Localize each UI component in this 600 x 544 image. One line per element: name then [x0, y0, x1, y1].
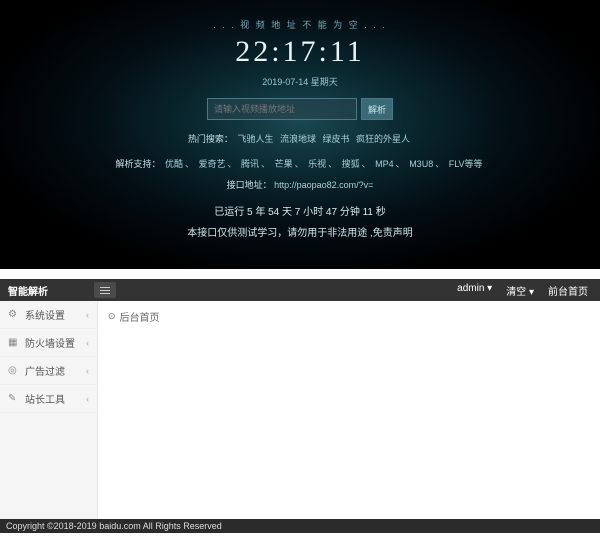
topbar-right: admin ▾ 清空 ▾ 前台首页 — [457, 283, 600, 298]
sidebar-item-firewall[interactable]: ▦ 防火墙设置 ‹ — [0, 329, 97, 357]
video-url-input[interactable] — [207, 98, 357, 120]
admin-panel: 智能解析 admin ▾ 清空 ▾ 前台首页 ⚙ 系统设置 ‹ ▦ 防火墙设置 … — [0, 279, 600, 533]
brand-title: 智能解析 — [0, 283, 90, 298]
sidebar-item-system[interactable]: ⚙ 系统设置 ‹ — [0, 301, 97, 329]
date-display: 2019-07-14 星期天 — [0, 75, 600, 88]
gear-icon: ⚙ — [8, 309, 20, 320]
disclaimer-text: 本接口仅供测试学习，请勿用于非法用途 ,免责声明 — [0, 224, 600, 239]
breadcrumb: ⊙ 后台首页 — [108, 309, 590, 324]
content-area: ⊙ 后台首页 — [98, 301, 600, 519]
notice-text: . . . 视 频 地 址 不 能 为 空 . . . — [0, 18, 600, 31]
hot-link[interactable]: 绿皮书 — [323, 134, 350, 144]
copyright-text: Copyright ©2018-2019 baidu.com All Right… — [6, 521, 222, 531]
support-link[interactable]: 爱奇艺 — [199, 159, 226, 169]
pencil-icon: ✎ — [8, 393, 20, 404]
circle-icon: ⊙ — [108, 311, 116, 322]
support-row: 解析支持： 优酷、 爱奇艺、 腾讯、 芒果、 乐视、 搜狐、 MP4、 M3U8… — [0, 157, 600, 170]
hot-link[interactable]: 飞驰人生 — [237, 134, 273, 144]
support-link[interactable]: 优酷 — [165, 159, 183, 169]
support-link[interactable]: FLV等等 — [449, 159, 483, 169]
admin-topbar: 智能解析 admin ▾ 清空 ▾ 前台首页 — [0, 279, 600, 301]
chevron-left-icon: ‹ — [86, 310, 89, 320]
sidebar-toggle-button[interactable] — [94, 282, 116, 298]
chevron-left-icon: ‹ — [86, 366, 89, 376]
footer: Copyright ©2018-2019 baidu.com All Right… — [0, 519, 600, 533]
grid-icon: ▦ — [8, 337, 20, 348]
sidebar-item-webmaster[interactable]: ✎ 站长工具 ‹ — [0, 385, 97, 413]
sidebar-item-label: 站长工具 — [25, 391, 65, 406]
video-parser-panel: . . . 视 频 地 址 不 能 为 空 . . . 22:17:11 201… — [0, 0, 600, 269]
sidebar-item-label: 防火墙设置 — [25, 335, 75, 350]
sidebar: ⚙ 系统设置 ‹ ▦ 防火墙设置 ‹ ◎ 广告过滤 ‹ ✎ 站长工具 ‹ — [0, 301, 98, 519]
admin-body: ⚙ 系统设置 ‹ ▦ 防火墙设置 ‹ ◎ 广告过滤 ‹ ✎ 站长工具 ‹ ⊙ — [0, 301, 600, 519]
hot-search-row: 热门搜索： 飞驰人生 流浪地球 绿皮书 疯狂的外星人 — [0, 132, 600, 145]
breadcrumb-label: 后台首页 — [120, 309, 160, 324]
hot-label: 热门搜索： — [188, 134, 233, 144]
support-link[interactable]: 腾讯 — [241, 159, 259, 169]
clear-menu[interactable]: 清空 ▾ — [506, 283, 534, 298]
search-row: 解析 — [0, 98, 600, 120]
support-link[interactable]: MP4 — [375, 159, 394, 169]
frontend-home-link[interactable]: 前台首页 — [548, 283, 588, 298]
interface-row: 接口地址： http://paopao82.com/?v= — [0, 178, 600, 191]
hot-link[interactable]: 流浪地球 — [280, 134, 316, 144]
sidebar-item-label: 系统设置 — [25, 307, 65, 322]
support-link[interactable]: M3U8 — [409, 159, 433, 169]
support-label: 解析支持： — [115, 159, 160, 169]
target-icon: ◎ — [8, 365, 20, 376]
sidebar-item-label: 广告过滤 — [25, 363, 65, 378]
support-link[interactable]: 芒果 — [275, 159, 293, 169]
clock-display: 22:17:11 — [0, 35, 600, 69]
interface-label: 接口地址： — [227, 180, 272, 190]
support-link[interactable]: 搜狐 — [342, 159, 360, 169]
user-menu[interactable]: admin ▾ — [457, 283, 492, 298]
runtime-text: 已运行 5 年 54 天 7 小时 47 分钟 11 秒 — [0, 203, 600, 218]
support-link[interactable]: 乐视 — [308, 159, 326, 169]
chevron-left-icon: ‹ — [86, 394, 89, 404]
interface-url: http://paopao82.com/?v= — [274, 180, 373, 190]
sidebar-item-adfilter[interactable]: ◎ 广告过滤 ‹ — [0, 357, 97, 385]
parse-button[interactable]: 解析 — [361, 98, 393, 120]
gap — [0, 269, 600, 279]
hot-link[interactable]: 疯狂的外星人 — [356, 134, 410, 144]
bottom-pad — [0, 533, 600, 540]
chevron-left-icon: ‹ — [86, 338, 89, 348]
